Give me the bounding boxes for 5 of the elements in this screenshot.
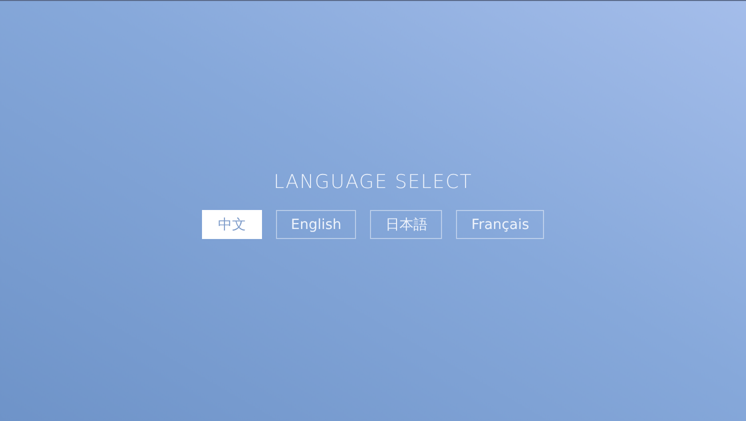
language-button[interactable]: Français [456, 210, 544, 239]
language-button[interactable]: 中文 [202, 210, 262, 239]
language-button[interactable]: 日本語 [370, 210, 442, 239]
language-button[interactable]: English [276, 210, 356, 239]
screen-title: LANGUAGE SELECT [274, 171, 472, 193]
